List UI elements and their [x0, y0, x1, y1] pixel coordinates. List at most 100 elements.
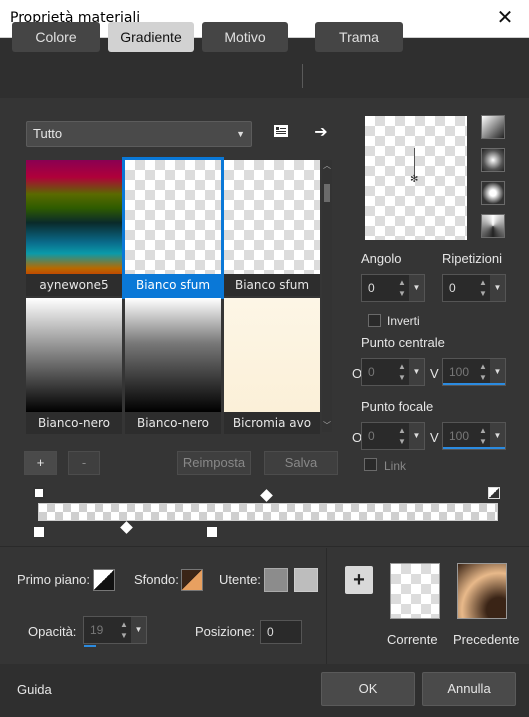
current-material-swatch[interactable]: [390, 563, 440, 619]
gallery-item[interactable]: aynewone5: [26, 160, 122, 296]
link-checkbox[interactable]: [364, 458, 377, 471]
center-v-value: 100: [449, 365, 470, 379]
chevron-down-icon[interactable]: ▼: [409, 275, 424, 301]
stepper-arrows-icon[interactable]: ▲ ▼: [396, 361, 408, 383]
center-o-stepper[interactable]: 0 ▲ ▼ ▼: [361, 358, 425, 386]
color-stop-start[interactable]: [33, 526, 45, 538]
current-label: Corrente: [387, 632, 438, 647]
foreground-gradient-icon[interactable]: [93, 569, 115, 591]
tab-gradiente[interactable]: Gradiente: [108, 22, 194, 52]
bottom-divider: [326, 548, 327, 664]
focal-v-stepper[interactable]: 100 ▲ ▼ ▼: [442, 422, 506, 450]
angle-value: 0: [368, 281, 375, 295]
sunburst-style-icon[interactable]: [481, 214, 505, 238]
add-to-swatches-button[interactable]: +: [345, 566, 373, 594]
gallery-scrollbar[interactable]: ︿ ﹀: [322, 160, 332, 432]
stepper-arrows-icon[interactable]: ▲ ▼: [396, 425, 408, 447]
stepper-arrows-icon[interactable]: ▲ ▼: [477, 425, 489, 447]
foreground-label: Primo piano:: [17, 572, 90, 587]
gradient-category-select[interactable]: Tutto ▼: [26, 121, 252, 147]
gallery-item[interactable]: Bianco-nero: [125, 298, 221, 434]
gradient-swatch: [224, 160, 320, 274]
center-handle-icon[interactable]: ✻: [410, 174, 418, 185]
stepper-arrows-icon[interactable]: ▲ ▼: [477, 277, 489, 299]
chevron-down-icon[interactable]: ▼: [409, 359, 424, 385]
stepper-arrows-icon[interactable]: ▲ ▼: [396, 277, 408, 299]
close-icon[interactable]: ✕: [493, 6, 517, 30]
tab-motivo[interactable]: Motivo: [202, 22, 288, 52]
gradient-category-value: Tutto: [33, 126, 63, 141]
user-color-swatch-1[interactable]: [264, 568, 288, 592]
rectangular-style-icon[interactable]: [481, 148, 505, 172]
tab-separator: [302, 64, 303, 88]
gallery-item-label: Bicromia avo: [224, 412, 320, 434]
linear-style-icon[interactable]: [481, 115, 505, 139]
save-gradient-button[interactable]: Salva: [264, 451, 338, 475]
opacity-label: Opacità:: [28, 624, 77, 639]
bottom-panel: [0, 546, 529, 664]
focal-point-label: Punto focale: [361, 399, 434, 414]
chevron-down-icon[interactable]: ▼: [490, 275, 505, 301]
chevron-down-icon[interactable]: ▼: [409, 423, 424, 449]
gallery-item[interactable]: Bianco sfum: [224, 160, 320, 296]
ok-button[interactable]: OK: [321, 672, 415, 706]
focal-v-value: 100: [449, 429, 470, 443]
gallery-menu-icon[interactable]: [270, 122, 292, 144]
gallery-item-selected[interactable]: Bianco sfum: [122, 157, 224, 299]
cancel-button[interactable]: Annulla: [422, 672, 516, 706]
center-v-label: V: [430, 366, 439, 381]
position-value: 0: [267, 625, 274, 639]
color-stop-end[interactable]: [206, 526, 218, 538]
opacity-value: 19: [90, 623, 104, 637]
user-color-swatch-2[interactable]: [294, 568, 318, 592]
angle-label: Angolo: [361, 251, 402, 266]
focal-v-focus-line: [443, 447, 505, 449]
tab-colore[interactable]: Colore: [12, 22, 100, 52]
focal-o-value: 0: [368, 429, 375, 443]
stepper-arrows-icon[interactable]: ▲ ▼: [118, 619, 130, 641]
chevron-down-icon[interactable]: ▼: [131, 617, 146, 643]
center-v-stepper[interactable]: 100 ▲ ▼ ▼: [442, 358, 506, 386]
repeats-value: 0: [449, 281, 456, 295]
repeats-stepper[interactable]: 0 ▲ ▼ ▼: [442, 274, 506, 302]
gallery-item[interactable]: Bianco-nero: [26, 298, 122, 434]
center-point-label: Punto centrale: [361, 335, 445, 350]
position-input[interactable]: 0: [260, 620, 302, 644]
repeats-label: Ripetizioni: [442, 251, 502, 266]
focal-v-label: V: [430, 430, 439, 445]
opacity-stop-start[interactable]: [33, 487, 45, 499]
reset-button[interactable]: Reimposta: [177, 451, 251, 475]
gradient-preview[interactable]: ✻: [365, 116, 467, 240]
focal-o-stepper[interactable]: 0 ▲ ▼ ▼: [361, 422, 425, 450]
arrow-right-icon[interactable]: ➔: [310, 122, 332, 144]
angle-stepper[interactable]: 0 ▲ ▼ ▼: [361, 274, 425, 302]
gallery-item-label: Bianco-nero: [125, 412, 221, 434]
tab-trama[interactable]: Trama: [315, 22, 403, 52]
scrollbar-thumb[interactable]: [324, 184, 330, 202]
scroll-down-icon[interactable]: ﹀: [322, 420, 332, 432]
center-o-value: 0: [368, 365, 375, 379]
add-gradient-button[interactable]: +: [24, 451, 57, 475]
chevron-down-icon[interactable]: ▼: [490, 423, 505, 449]
center-v-focus-line: [443, 383, 505, 385]
opacity-level-bar: [84, 645, 96, 647]
remove-gradient-button[interactable]: -: [68, 451, 100, 475]
gradient-swatch: [224, 298, 320, 412]
radial-style-icon[interactable]: [481, 181, 505, 205]
invert-checkbox[interactable]: [368, 314, 381, 327]
scroll-up-icon[interactable]: ︿: [322, 160, 332, 172]
stepper-arrows-icon[interactable]: ▲ ▼: [477, 361, 489, 383]
user-label: Utente:: [219, 572, 261, 587]
opacity-stop-end[interactable]: [488, 487, 500, 499]
background-gradient-icon[interactable]: [181, 569, 203, 591]
gallery-item[interactable]: Bicromia avo: [224, 298, 320, 434]
gallery-item-label: aynewone5: [26, 274, 122, 296]
help-link[interactable]: Guida: [17, 682, 52, 697]
gradient-bar[interactable]: [38, 503, 498, 521]
link-label: Link: [384, 459, 407, 473]
gradient-swatch: [125, 298, 221, 412]
background-label: Sfondo:: [134, 572, 179, 587]
chevron-down-icon[interactable]: ▼: [490, 359, 505, 385]
opacity-stepper[interactable]: 19 ▲ ▼ ▼: [83, 616, 147, 644]
previous-material-swatch[interactable]: [457, 563, 507, 619]
